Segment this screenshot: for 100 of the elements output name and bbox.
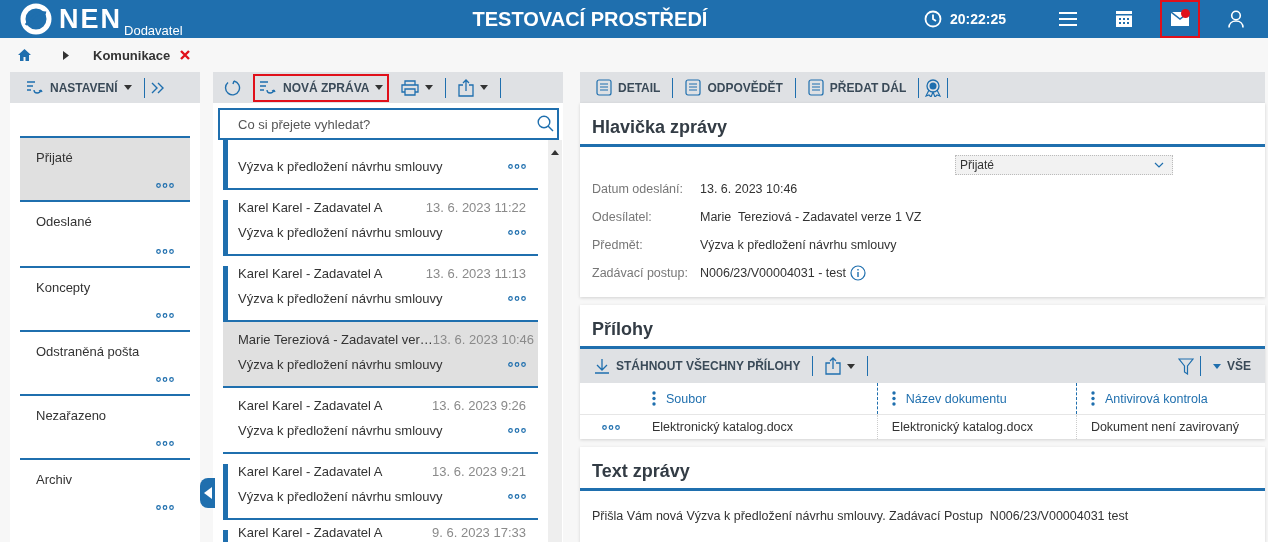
clock-icon [923, 10, 942, 28]
column-header[interactable]: Název dokumentu [905, 391, 1007, 406]
more-icon[interactable] [508, 230, 526, 235]
more-icon[interactable] [508, 494, 526, 499]
more-icon[interactable] [156, 249, 174, 254]
more-icon[interactable] [156, 313, 174, 318]
toolbar-button[interactable]: PŘEDAT DÁL [801, 73, 913, 102]
unread-marker [223, 140, 228, 188]
more-icon[interactable] [156, 505, 174, 510]
message-date: 13. 6. 2023 11:13 [425, 266, 526, 281]
message-subject: Výzva k předložení návrhu smlouvy [238, 423, 443, 438]
document-icon[interactable] [596, 79, 612, 96]
message-subject: Výzva k předložení návrhu smlouvy [238, 225, 443, 240]
close-icon[interactable] [180, 50, 191, 60]
message-date: 13. 6. 2023 11:22 [425, 200, 526, 215]
field-value: N006/23/V00004031 - test [700, 266, 846, 280]
message-item[interactable]: Karel Karel - Zadavatel A 13. 6. 2023 9:21 Výzva k předložení návrhu smlouvy [223, 454, 538, 520]
share-icon[interactable] [458, 78, 475, 97]
field-value: 13. 6. 2023 10:46 [700, 182, 798, 196]
field-label: Zadávací postup: [592, 266, 689, 280]
message-sender: Karel Karel - Zadavatel A [238, 525, 383, 540]
folder-item[interactable]: Přijaté [20, 136, 190, 202]
message-subject: Výzva k předložení návrhu smlouvy [238, 291, 443, 306]
message-date: 13. 6. 2023 9:21 [432, 464, 526, 479]
printer-icon[interactable] [401, 79, 420, 96]
download-icon[interactable] [594, 358, 610, 374]
folder-item[interactable]: Koncepty [20, 266, 190, 330]
chevron-icon [63, 50, 69, 60]
calendar-icon[interactable] [1115, 10, 1133, 28]
environment-title: TESTOVACÍ PROSTŘEDÍ [472, 7, 708, 30]
message-body: Přišla Vám nová Výzva k předložení návrhu smlouvy. Zadávací Postup N006/23/V00004031 test [591, 508, 1130, 525]
more-icon[interactable] [156, 183, 174, 188]
home-icon[interactable] [18, 49, 31, 61]
search-icon[interactable] [537, 115, 554, 132]
field-label: Předmět: [592, 238, 644, 252]
scrollbar[interactable] [548, 140, 562, 542]
download-all-button[interactable]: STÁHNOUT VŠECHNY PŘÍLOHY [588, 352, 807, 380]
list-icon[interactable] [259, 79, 277, 96]
toolbar-button[interactable]: ODPOVĚDĚT [679, 73, 789, 102]
folder-item[interactable]: Odeslané [20, 202, 190, 266]
breadcrumb-item[interactable]: Komunikace [93, 47, 171, 63]
document-icon[interactable] [685, 79, 702, 96]
folder-select[interactable]: Přijaté [955, 155, 1173, 175]
message-item[interactable]: Karel Karel - Zadavatel A 13. 6. 2023 11:22 Výzva k předložení návrhu smlouvy [223, 190, 538, 256]
card-title: Hlavička zprávy [580, 103, 1265, 147]
message-item[interactable]: Karel Karel - Zadavatel A 9. 6. 2023 17:33 [223, 520, 538, 542]
mail-button[interactable] [1160, 0, 1200, 38]
unread-marker [223, 266, 228, 320]
more-icon[interactable] [508, 362, 526, 367]
more-icon[interactable] [156, 377, 174, 382]
document-icon[interactable] [807, 79, 824, 96]
column-header[interactable]: Antivirová kontrola [1104, 391, 1208, 406]
kebab-icon[interactable] [1090, 391, 1095, 406]
message-sender: Karel Karel - Zadavatel A [238, 266, 383, 281]
clock-time: 20:22:25 [949, 11, 1006, 27]
message-date: 13. 6. 2023 9:26 [432, 398, 526, 413]
logo-icon [20, 3, 52, 35]
message-item[interactable]: Marie Tereziová - Zadavatel ver…13. 6. 2023 10:46 Výzva k předložení návrhu smlouvy [223, 322, 538, 388]
message-item[interactable]: Výzva k předložení návrhu smlouvy [223, 140, 538, 190]
more-icon[interactable] [156, 441, 174, 446]
message-date: 9. 6. 2023 17:33 [432, 525, 526, 540]
refresh-icon[interactable] [223, 78, 241, 97]
triangle-icon[interactable] [203, 487, 212, 499]
collapse-tab[interactable] [200, 478, 215, 508]
kebab-icon[interactable] [652, 391, 656, 406]
search-field[interactable]: Co si přejete vyhledat? [218, 108, 559, 140]
card-title: Text zprávy [580, 447, 1265, 491]
new-message-button[interactable]: NOVÁ ZPRÁVA [253, 73, 390, 102]
more-icon[interactable] [508, 296, 526, 301]
info-icon[interactable] [849, 265, 866, 281]
field-label: Datum odeslání: [592, 182, 685, 196]
table-cell: Elektronický katalog.docx [876, 415, 1076, 439]
more-icon[interactable] [508, 164, 526, 169]
toolbar-button[interactable]: DETAIL [590, 73, 667, 102]
list-icon[interactable] [26, 79, 44, 96]
folder-item[interactable]: Archiv [20, 458, 190, 522]
expand-icon[interactable] [150, 81, 165, 94]
folder-item[interactable]: Odstraněná pošta [20, 330, 190, 394]
message-sender: Marie Tereziová - Zadavatel ver… [238, 332, 433, 347]
filter-icon[interactable] [1178, 357, 1194, 375]
field-value: Marie Tereziová - Zadavatel verze 1 VZ [700, 210, 922, 224]
menu-icon[interactable] [1058, 11, 1078, 27]
message-item[interactable]: Karel Karel - Zadavatel A 13. 6. 2023 9:26 Výzva k předložení návrhu smlouvy [223, 388, 538, 454]
message-sender: Karel Karel - Zadavatel A [238, 200, 383, 215]
settings-button[interactable]: NASTAVENÍ [20, 73, 138, 102]
column-header[interactable]: Soubor [666, 391, 707, 406]
user-icon[interactable] [1228, 10, 1244, 28]
scroll-up-icon[interactable] [551, 150, 559, 155]
unread-marker [223, 530, 228, 542]
more-icon[interactable] [508, 428, 526, 433]
folder-item[interactable]: Nezařazeno [20, 394, 190, 458]
award-icon[interactable] [925, 78, 942, 97]
chevron-icon[interactable] [1154, 162, 1164, 168]
share-icon[interactable] [825, 357, 842, 375]
table-cell-text: Elektronický katalog.docx [651, 419, 795, 436]
message-subject: Výzva k předložení návrhu smlouvy [238, 489, 443, 504]
kebab-icon[interactable] [891, 391, 896, 406]
message-subject: Výzva k předložení návrhu smlouvy [238, 159, 443, 174]
filter-dropdown[interactable]: VŠE [1207, 352, 1257, 380]
logo-text: NEN [59, 3, 122, 35]
